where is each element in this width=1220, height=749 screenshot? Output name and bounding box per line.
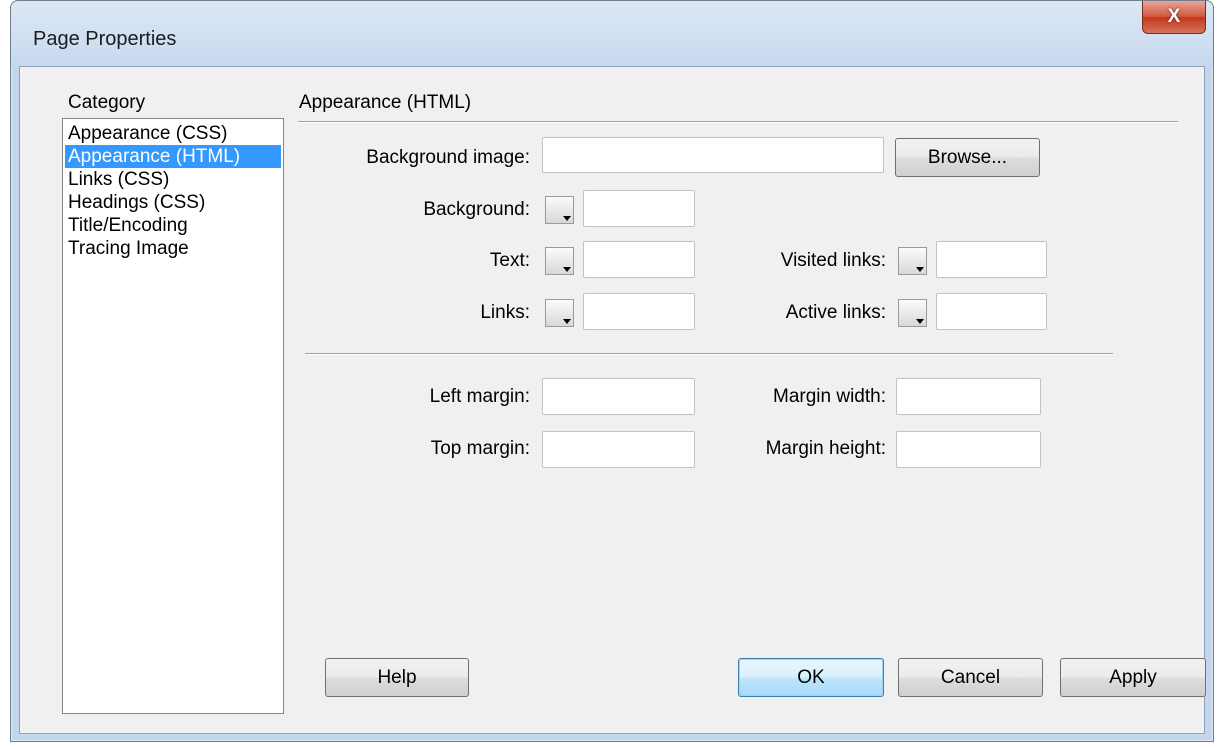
margin-width-label: Margin width: (773, 386, 886, 407)
text-color-input[interactable] (583, 241, 695, 278)
margin-width-input[interactable] (896, 378, 1041, 415)
background-image-input[interactable] (542, 137, 884, 173)
top-margin-label: Top margin: (430, 438, 530, 459)
text-color-label: Text: (489, 250, 530, 271)
window-title: Page Properties (33, 28, 177, 50)
text-color-picker[interactable] (545, 247, 574, 275)
chevron-down-icon (916, 319, 924, 324)
chevron-down-icon (916, 267, 924, 272)
close-icon: X (1167, 6, 1181, 27)
background-image-label: Background image: (366, 147, 530, 168)
panel-divider-middle (305, 353, 1113, 355)
category-list[interactable]: Appearance (CSS) Appearance (HTML) Links… (62, 118, 284, 714)
visited-links-label: Visited links: (780, 250, 886, 271)
chevron-down-icon (563, 216, 571, 221)
background-color-picker[interactable] (545, 196, 574, 224)
category-item-appearance-css[interactable]: Appearance (CSS) (65, 122, 281, 145)
links-color-label: Links: (480, 302, 530, 323)
left-margin-label: Left margin: (429, 386, 530, 407)
page-properties-dialog: Page Properties X Category Appearance (C… (10, 0, 1214, 742)
chevron-down-icon (563, 267, 571, 272)
top-margin-input[interactable] (542, 431, 695, 468)
links-color-input[interactable] (583, 293, 695, 330)
chevron-down-icon (563, 319, 571, 324)
left-margin-input[interactable] (542, 378, 695, 415)
active-links-color-input[interactable] (936, 293, 1047, 330)
visited-links-color-picker[interactable] (898, 247, 927, 275)
browse-button[interactable]: Browse... (895, 138, 1040, 177)
title-bar: Page Properties X (11, 1, 1213, 67)
ok-button[interactable]: OK (738, 658, 884, 697)
category-item-appearance-html[interactable]: Appearance (HTML) (65, 145, 281, 168)
active-links-label: Active links: (785, 302, 886, 323)
panel-title: Appearance (HTML) (299, 92, 472, 113)
active-links-color-picker[interactable] (898, 299, 927, 327)
category-item-links-css[interactable]: Links (CSS) (65, 168, 281, 191)
panel-divider-top (298, 121, 1178, 123)
category-item-title-encoding[interactable]: Title/Encoding (65, 214, 281, 237)
visited-links-color-input[interactable] (936, 241, 1047, 278)
dialog-body: Category Appearance (CSS) Appearance (HT… (19, 66, 1206, 734)
close-button[interactable]: X (1142, 1, 1206, 34)
apply-button[interactable]: Apply (1060, 658, 1206, 697)
margin-height-input[interactable] (896, 431, 1041, 468)
background-label: Background: (423, 199, 530, 220)
background-color-input[interactable] (583, 190, 695, 227)
category-item-tracing-image[interactable]: Tracing Image (65, 237, 281, 260)
cancel-button[interactable]: Cancel (898, 658, 1043, 697)
links-color-picker[interactable] (545, 299, 574, 327)
margin-height-label: Margin height: (765, 438, 886, 459)
category-item-headings-css[interactable]: Headings (CSS) (65, 191, 281, 214)
help-button[interactable]: Help (325, 658, 469, 697)
category-heading: Category (68, 92, 146, 113)
